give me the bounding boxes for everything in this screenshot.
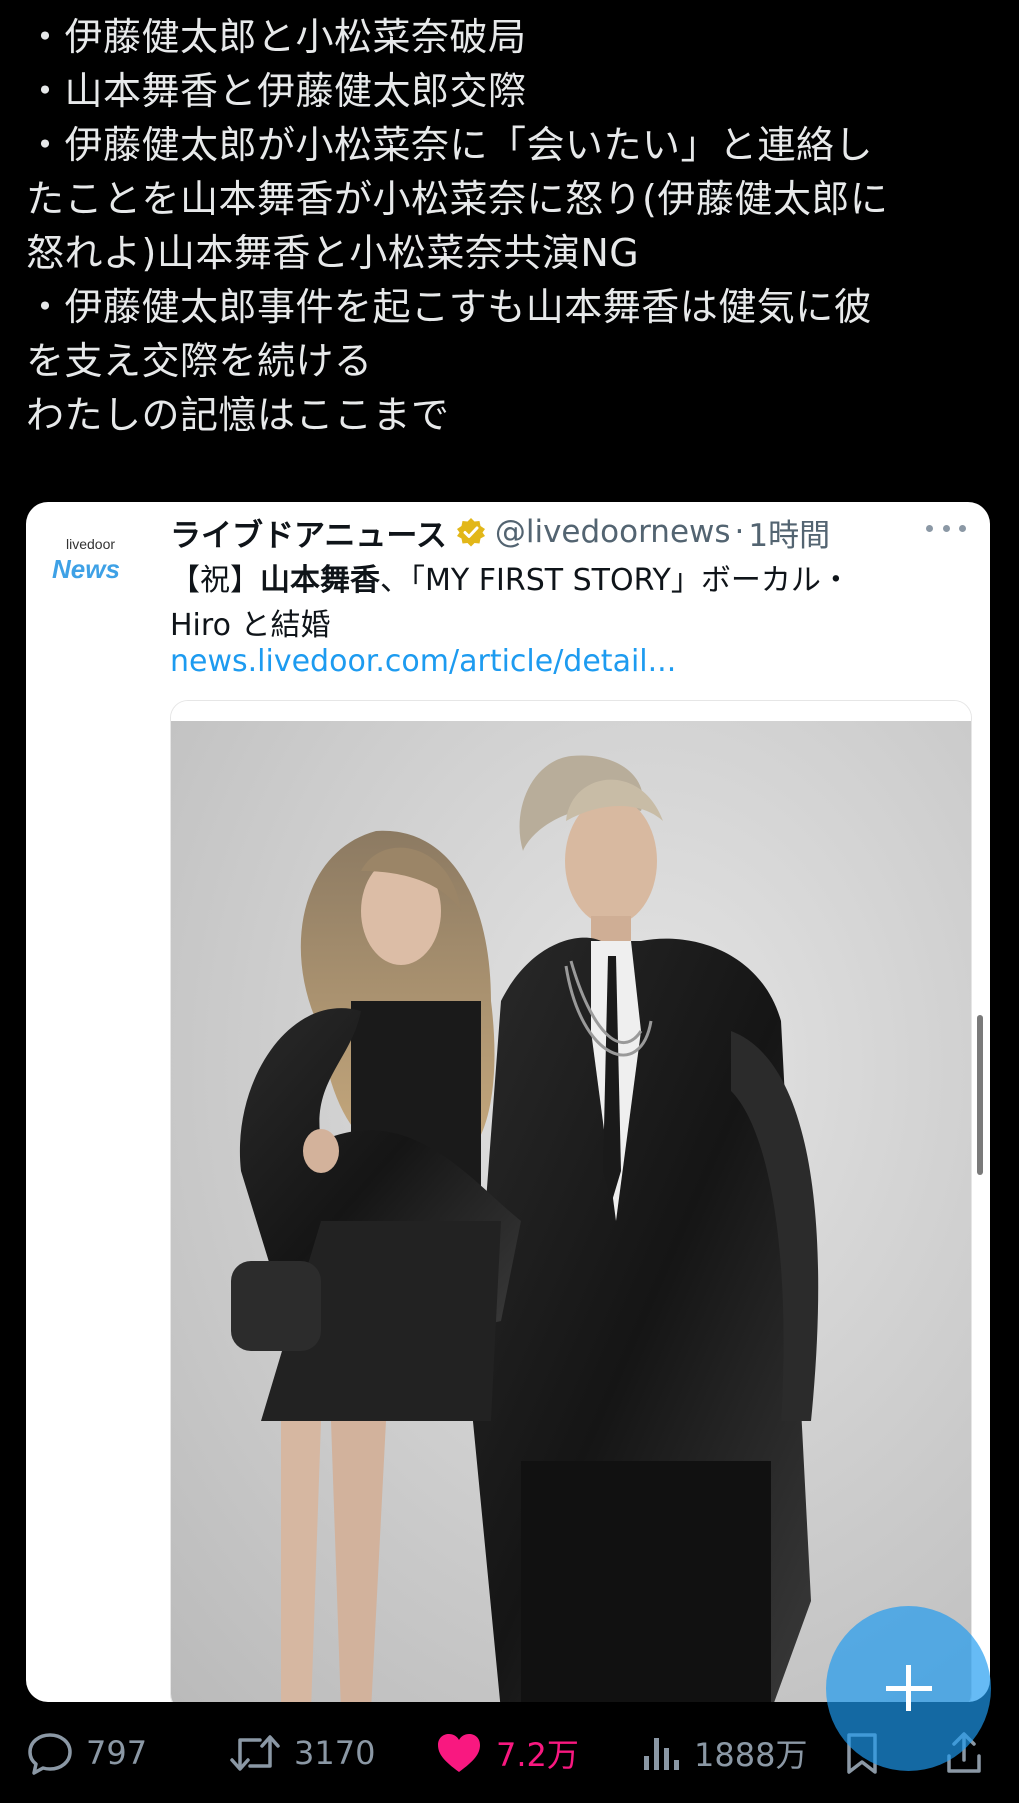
tweet-line: ・伊藤健太郎が小松菜奈に「会いたい」と連絡し	[26, 123, 874, 167]
avatar-logo-text: News	[52, 554, 120, 584]
avatar-small-text: livedoor	[66, 536, 116, 552]
body-prefix: 【祝】	[170, 563, 260, 598]
separator-dot: ·	[734, 514, 745, 550]
tweet-line: 怒れよ)山本舞香と小松菜奈共演NG	[26, 231, 640, 275]
like-button[interactable]: 7.2万	[434, 1718, 579, 1788]
body-line-1: 【祝】山本舞香、「MY FIRST STORY」ボーカル・	[170, 558, 960, 603]
tweet-line: わたしの記憶はここまで	[26, 393, 450, 437]
screen: ・伊藤健太郎と小松菜奈破局 ・山本舞香と伊藤健太郎交際 ・伊藤健太郎が小松菜奈に…	[0, 0, 1019, 1803]
livedoor-news-avatar[interactable]: livedoor News	[52, 536, 148, 596]
retweet-icon	[228, 1730, 282, 1776]
views-button[interactable]: 1888万	[640, 1718, 807, 1788]
tweet-line: ・伊藤健太郎と小松菜奈破局	[26, 15, 527, 59]
body-bold-name: 山本舞香	[260, 563, 380, 598]
views-count: 1888万	[694, 1736, 808, 1774]
verified-badge-icon	[455, 516, 487, 548]
tweet-line: ・伊藤健太郎事件を起こすも山本舞香は健気に彼	[26, 285, 873, 329]
heart-icon	[434, 1730, 484, 1776]
body-line-2: Hiro と結婚	[170, 608, 331, 643]
more-icon[interactable]	[926, 520, 966, 536]
tweet-line: ・山本舞香と伊藤健太郎交際	[26, 69, 527, 113]
like-count: 7.2万	[496, 1736, 579, 1774]
author-handle[interactable]: @livedoornews	[495, 514, 731, 550]
plus-icon-vertical	[906, 1665, 911, 1711]
reply-count: 797	[86, 1734, 148, 1772]
tweet-text: ・伊藤健太郎と小松菜奈破局 ・山本舞香と伊藤健太郎交際 ・伊藤健太郎が小松菜奈に…	[26, 10, 996, 442]
tweet-line: たことを山本舞香が小松菜奈に怒り(伊藤健太郎に	[26, 177, 889, 221]
body-rest: 、「MY FIRST STORY」ボーカル・	[380, 563, 851, 598]
retweet-count: 3170	[294, 1734, 376, 1772]
tweet-line: を支え交際を続ける	[26, 339, 373, 383]
quoted-tweet-header: ライブドアニュース @livedoornews · 1時間	[170, 510, 970, 554]
reply-button[interactable]: 797	[26, 1718, 147, 1788]
views-icon	[640, 1730, 682, 1776]
reply-icon	[26, 1730, 74, 1776]
clipped-previous-line	[0, 0, 1019, 8]
quoted-tweet-card[interactable]: livedoor News ライブドアニュース @livedoornews · …	[26, 502, 990, 1702]
quoted-tweet-photo[interactable]	[170, 700, 972, 1702]
quoted-tweet-body: 【祝】山本舞香、「MY FIRST STORY」ボーカル・ Hiro と結婚	[170, 558, 960, 648]
article-link[interactable]: news.livedoor.com/article/detail...	[170, 644, 676, 679]
timestamp[interactable]: 1時間	[748, 510, 830, 555]
scrollbar[interactable]	[977, 1015, 983, 1175]
couple-photo-image	[171, 701, 971, 1702]
retweet-button[interactable]: 3170	[228, 1718, 375, 1788]
author-name[interactable]: ライブドアニュース	[170, 510, 447, 555]
